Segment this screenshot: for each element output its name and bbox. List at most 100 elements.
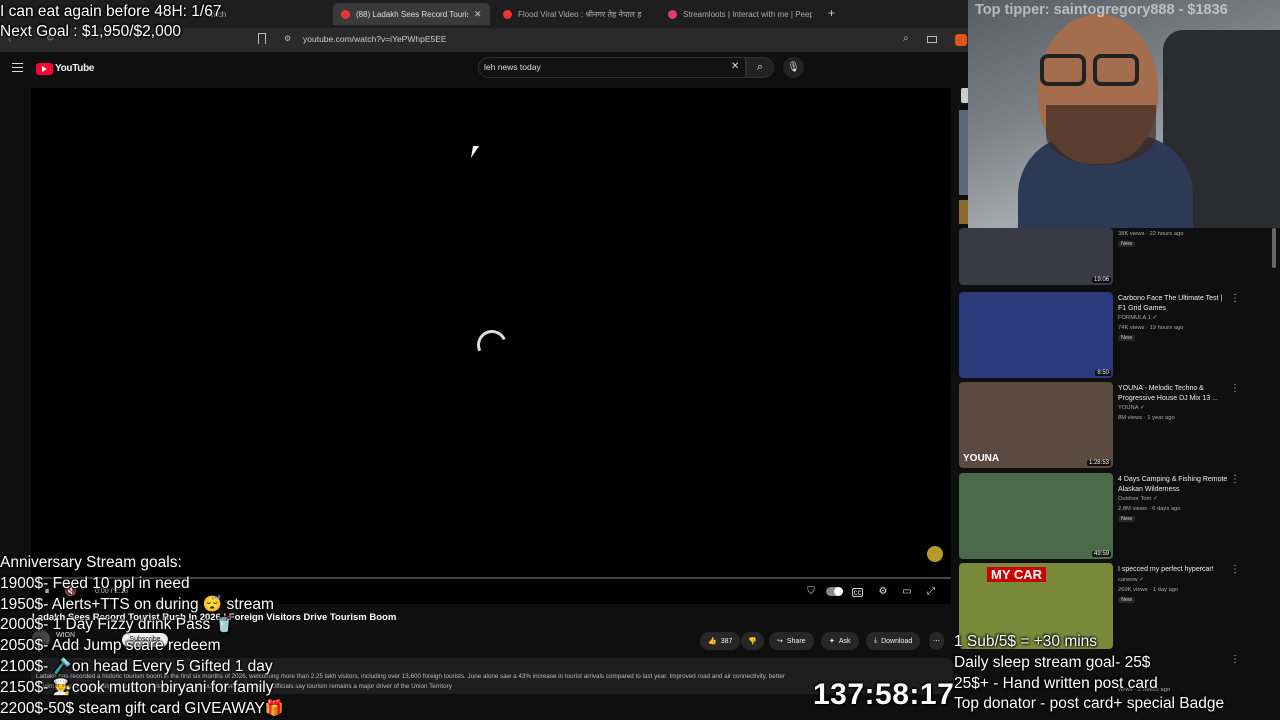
fullscreen-icon[interactable]: ⤢ bbox=[924, 586, 938, 598]
youtube-logo[interactable]: YouTube bbox=[55, 63, 95, 74]
related-meta: 8M views · 1 year ago bbox=[1118, 415, 1175, 421]
overlay-line: 1900$- Feed 10 ppl in need bbox=[0, 574, 190, 592]
new-badge: New bbox=[1118, 335, 1136, 341]
autoplay-icon[interactable]: ⛉ bbox=[804, 586, 818, 598]
zoom-icon[interactable]: ⌕ bbox=[903, 33, 909, 44]
related-channel[interactable]: YOUNA ✓ bbox=[1118, 404, 1145, 413]
glasses-right bbox=[1093, 54, 1139, 86]
download-button[interactable]: ⤓ Download bbox=[866, 632, 921, 650]
close-tab-icon[interactable]: ✕ bbox=[474, 9, 482, 20]
overlay-line: 1 Sub/5$ = +30 mins bbox=[954, 633, 1098, 650]
thumbnail-text: YOUNA bbox=[963, 453, 1000, 464]
overlay-line: 25$+ - Hand written post card bbox=[954, 674, 1158, 692]
related-meta: 74K views · 19 hours ago bbox=[1118, 325, 1184, 331]
streamloots-favicon-icon bbox=[668, 9, 677, 19]
like-count: 387 bbox=[720, 637, 733, 645]
settings-icon[interactable]: ⚙ bbox=[876, 586, 890, 598]
overlay-line: 2100$- 🪒on head Every 5 Gifted 1 day bbox=[0, 657, 273, 675]
related-title[interactable]: I specced my perfect hypercar! bbox=[1118, 565, 1228, 575]
tab-youtube-active[interactable]: (88) Ladakh Sees Record Tourist I ✕ bbox=[333, 3, 490, 25]
site-settings-icon[interactable]: ⚙ bbox=[284, 34, 291, 43]
more-icon[interactable]: ⋮ bbox=[1230, 654, 1240, 665]
beard bbox=[1046, 105, 1156, 165]
autoplay-toggle[interactable] bbox=[826, 587, 843, 596]
glasses-left bbox=[1040, 54, 1086, 86]
channel-watermark-icon[interactable] bbox=[927, 546, 943, 562]
share-button[interactable]: ↪ Share bbox=[769, 632, 814, 650]
like-button[interactable]: 👍 387 bbox=[700, 632, 741, 650]
captions-icon[interactable]: cc bbox=[852, 588, 863, 597]
related-thumbnail[interactable]: YOUNA 1:28:53 bbox=[959, 382, 1113, 468]
cast-icon[interactable] bbox=[927, 36, 937, 43]
top-left-overlay: I can eat again before 48H: 1/67 Next Go… bbox=[0, 2, 221, 42]
new-badge: New bbox=[1118, 241, 1136, 247]
search-button[interactable]: ⌕ bbox=[746, 57, 774, 78]
ask-label: Ask bbox=[838, 637, 851, 645]
tab-label: Streamloots | Interact with me | Peep bbox=[683, 9, 812, 19]
related-thumbnail[interactable]: 19:06 bbox=[959, 228, 1113, 285]
duration-badge: 49:59 bbox=[1091, 551, 1111, 557]
more-icon[interactable]: ⋮ bbox=[1230, 474, 1240, 485]
bookmark-icon[interactable] bbox=[258, 33, 266, 44]
overlay-line: 2050$- Add Jump scare redeem bbox=[0, 637, 221, 655]
tab-flood-video[interactable]: Flood Viral Video : श्रीनगर तेह नेपाल ह bbox=[495, 3, 655, 25]
related-meta: 38K views · 22 hours ago bbox=[1118, 231, 1184, 237]
related-meta: 2.8M views · 6 days ago bbox=[1118, 506, 1181, 512]
overlay-line: Daily sleep stream goal- 25$ bbox=[954, 653, 1151, 671]
sidebar-scrollbar[interactable] bbox=[1272, 228, 1276, 268]
new-badge: New bbox=[1118, 597, 1136, 603]
overlay-line: 2000$- 1 Day Fizzy drink Pass 🥤 bbox=[0, 616, 234, 634]
related-thumbnail[interactable]: 49:59 bbox=[959, 473, 1113, 559]
related-channel[interactable]: Outdoor Tom ✓ bbox=[1118, 495, 1158, 504]
microphone-icon: 🎙 bbox=[787, 62, 800, 73]
anniversary-goals-overlay: Anniversary Stream goals: 1900$- Feed 10 … bbox=[0, 553, 284, 719]
more-icon[interactable]: ⋮ bbox=[1230, 293, 1240, 304]
more-icon: ⋯ bbox=[933, 638, 940, 645]
top-tipper-overlay: Top tipper: saintogregory888 - $1836 bbox=[975, 2, 1228, 18]
new-badge: New bbox=[1118, 516, 1136, 522]
sparkle-icon: ✦ bbox=[829, 638, 835, 645]
url-field[interactable]: youtube.com/watch?v=iYePWhpE5EE bbox=[303, 34, 447, 44]
tab-label: Flood Viral Video : श्रीनगर तेह नेपाल ह bbox=[518, 9, 642, 19]
more-icon[interactable]: ⋮ bbox=[1230, 564, 1240, 575]
ask-button[interactable]: ✦ Ask bbox=[821, 632, 859, 650]
related-thumbnail[interactable]: 8:50 bbox=[959, 292, 1113, 378]
tab-streamloots[interactable]: Streamloots | Interact with me | Peep bbox=[660, 3, 820, 25]
dislike-button[interactable]: 👎 bbox=[741, 632, 764, 650]
menu-icon[interactable] bbox=[12, 63, 23, 72]
duration-badge: 8:50 bbox=[1095, 370, 1111, 376]
overlay-line: 1950$- Alerts+TTS on during 😴 stream bbox=[0, 595, 274, 613]
overlay-line: I can eat again before 48H: 1/67 bbox=[0, 3, 222, 20]
overlay-line: Anniversary Stream goals: bbox=[0, 554, 182, 571]
new-tab-button[interactable]: + bbox=[828, 6, 835, 20]
thumbs-down-icon: 👎 bbox=[748, 638, 757, 645]
related-title[interactable]: YOUNA - Melodic Techno & Progressive Hou… bbox=[1118, 384, 1228, 403]
share-label: Share bbox=[786, 637, 806, 645]
sidebar-thumbnail-partial[interactable] bbox=[959, 200, 968, 224]
download-label: Download bbox=[881, 637, 913, 645]
more-actions-button[interactable]: ⋯ bbox=[929, 632, 944, 650]
related-title[interactable]: 4 Days Camping & Fishing Remote Alaskan … bbox=[1118, 475, 1228, 494]
related-title[interactable]: Carbono Face The Ultimate Test | F1 Grid… bbox=[1118, 294, 1228, 313]
youtube-favicon-icon bbox=[503, 9, 512, 19]
related-channel[interactable]: carwow ✓ bbox=[1118, 576, 1144, 585]
related-channel[interactable]: FORMULA 1 ✓ bbox=[1118, 314, 1157, 323]
youtube-logo-icon[interactable] bbox=[36, 63, 53, 75]
search-icon: ⌕ bbox=[756, 61, 764, 73]
search-input[interactable]: leh news today bbox=[484, 62, 541, 72]
overlay-line: 2150$- 🧑‍🍳cook mutton biryani for family bbox=[0, 678, 274, 696]
tab-label: (88) Ladakh Sees Record Tourist I bbox=[356, 9, 468, 19]
brave-shield-icon[interactable] bbox=[955, 34, 967, 46]
more-icon[interactable]: ⋮ bbox=[1230, 383, 1240, 394]
miniplayer-icon[interactable]: ▭ bbox=[900, 586, 914, 598]
voice-search-button[interactable]: 🎙 bbox=[783, 57, 804, 78]
overlay-line: 2200$-50$ steam gift card GIVEAWAY🎁 bbox=[0, 699, 285, 717]
overlay-line: Top donator - post card+ special Badge bbox=[954, 695, 1225, 713]
youtube-favicon-icon bbox=[341, 9, 350, 19]
duration-badge: 19:06 bbox=[1091, 277, 1111, 283]
related-meta: 269K views · 1 day ago bbox=[1118, 587, 1179, 593]
subathon-timer: 137:58:17 bbox=[813, 678, 955, 711]
sidebar-thumbnail-partial[interactable] bbox=[959, 110, 968, 195]
download-icon: ⤓ bbox=[874, 637, 878, 644]
clear-search-icon[interactable]: ✕ bbox=[731, 61, 739, 72]
